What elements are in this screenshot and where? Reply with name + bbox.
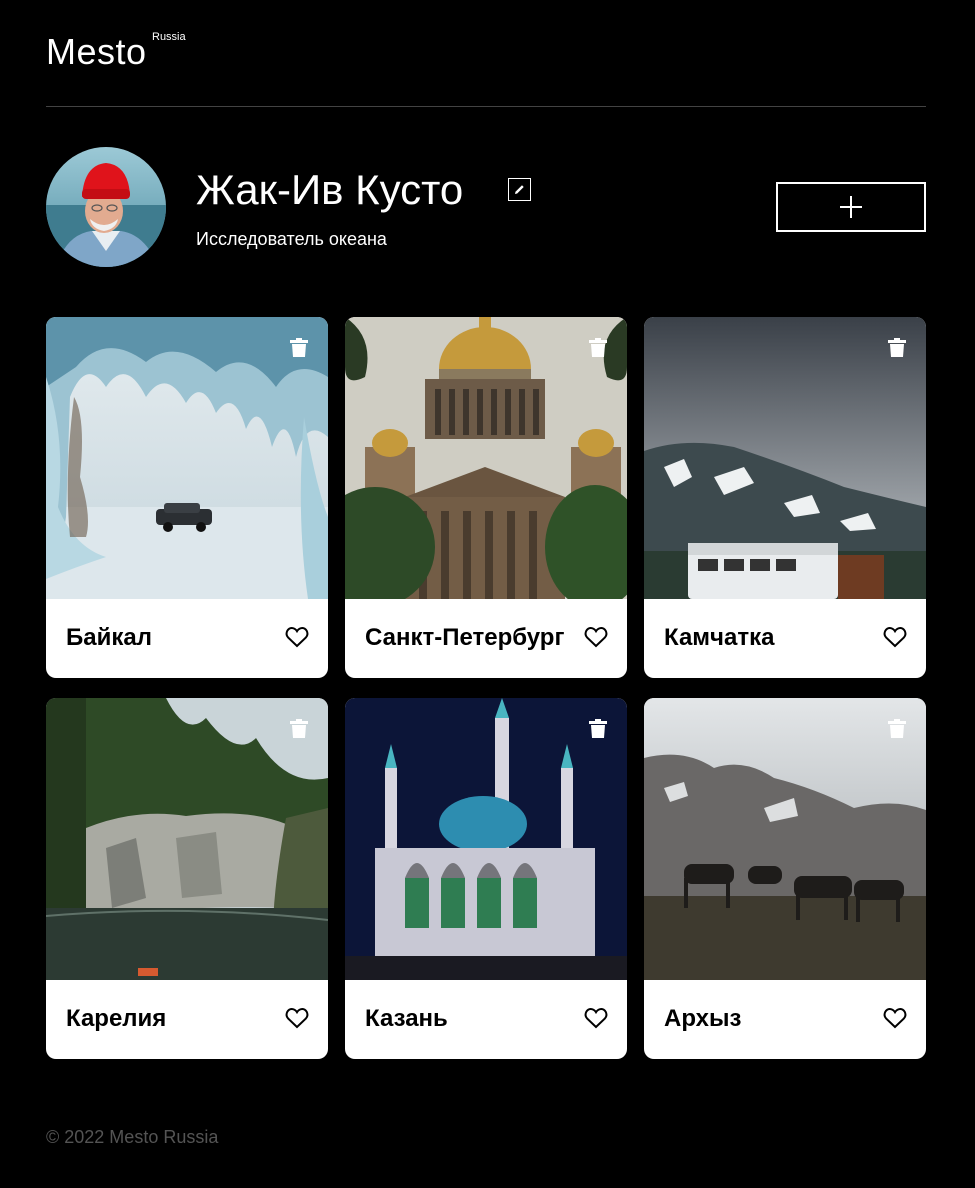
place-card: Казань: [345, 698, 627, 1059]
footer-copyright: © 2022 Mesto Russia: [46, 1127, 219, 1147]
place-card: Архыз: [644, 698, 926, 1059]
edit-profile-button[interactable]: [508, 178, 531, 201]
heart-icon[interactable]: [285, 625, 309, 649]
heart-icon[interactable]: [285, 1006, 309, 1030]
place-card: Камчатка: [644, 317, 926, 678]
delete-card-button[interactable]: [588, 337, 608, 357]
delete-card-button[interactable]: [887, 718, 907, 738]
heart-icon[interactable]: [584, 625, 608, 649]
add-card-button[interactable]: [776, 182, 926, 232]
card-title: Карелия: [66, 1005, 167, 1032]
place-card: Карелия: [46, 698, 328, 1059]
trash-icon: [888, 718, 906, 738]
trash-icon: [589, 718, 607, 738]
logo-superscript: Russia: [152, 31, 186, 43]
delete-card-button[interactable]: [887, 337, 907, 357]
place-card: Байкал: [46, 317, 328, 678]
card-title: Санкт-Петербург: [365, 624, 565, 651]
trash-icon: [290, 718, 308, 738]
card-photo[interactable]: [345, 698, 627, 980]
header: Mesto Russia: [46, 0, 926, 107]
profile-name: Жак-Ив Кусто: [196, 166, 464, 213]
logo[interactable]: Mesto: [46, 32, 147, 72]
delete-card-button[interactable]: [289, 337, 309, 357]
delete-card-button[interactable]: [289, 718, 309, 738]
card-photo[interactable]: [644, 698, 926, 980]
card-photo[interactable]: [644, 317, 926, 599]
heart-icon[interactable]: [883, 625, 907, 649]
card-title: Камчатка: [664, 624, 775, 651]
profile-avatar[interactable]: [46, 147, 166, 267]
card-title: Байкал: [66, 624, 152, 651]
card-title: Архыз: [664, 1005, 742, 1032]
place-card: Санкт-Петербург: [345, 317, 627, 678]
card-photo[interactable]: [46, 317, 328, 599]
delete-card-button[interactable]: [588, 718, 608, 738]
heart-icon[interactable]: [584, 1006, 608, 1030]
card-title: Казань: [365, 1005, 448, 1032]
heart-icon[interactable]: [883, 1006, 907, 1030]
trash-icon: [290, 337, 308, 357]
trash-icon: [888, 337, 906, 357]
card-photo[interactable]: [345, 317, 627, 599]
profile-about: Исследователь океана: [196, 229, 387, 249]
pencil-icon: [515, 185, 524, 194]
plus-icon: [840, 196, 862, 218]
card-photo[interactable]: [46, 698, 328, 980]
trash-icon: [589, 337, 607, 357]
